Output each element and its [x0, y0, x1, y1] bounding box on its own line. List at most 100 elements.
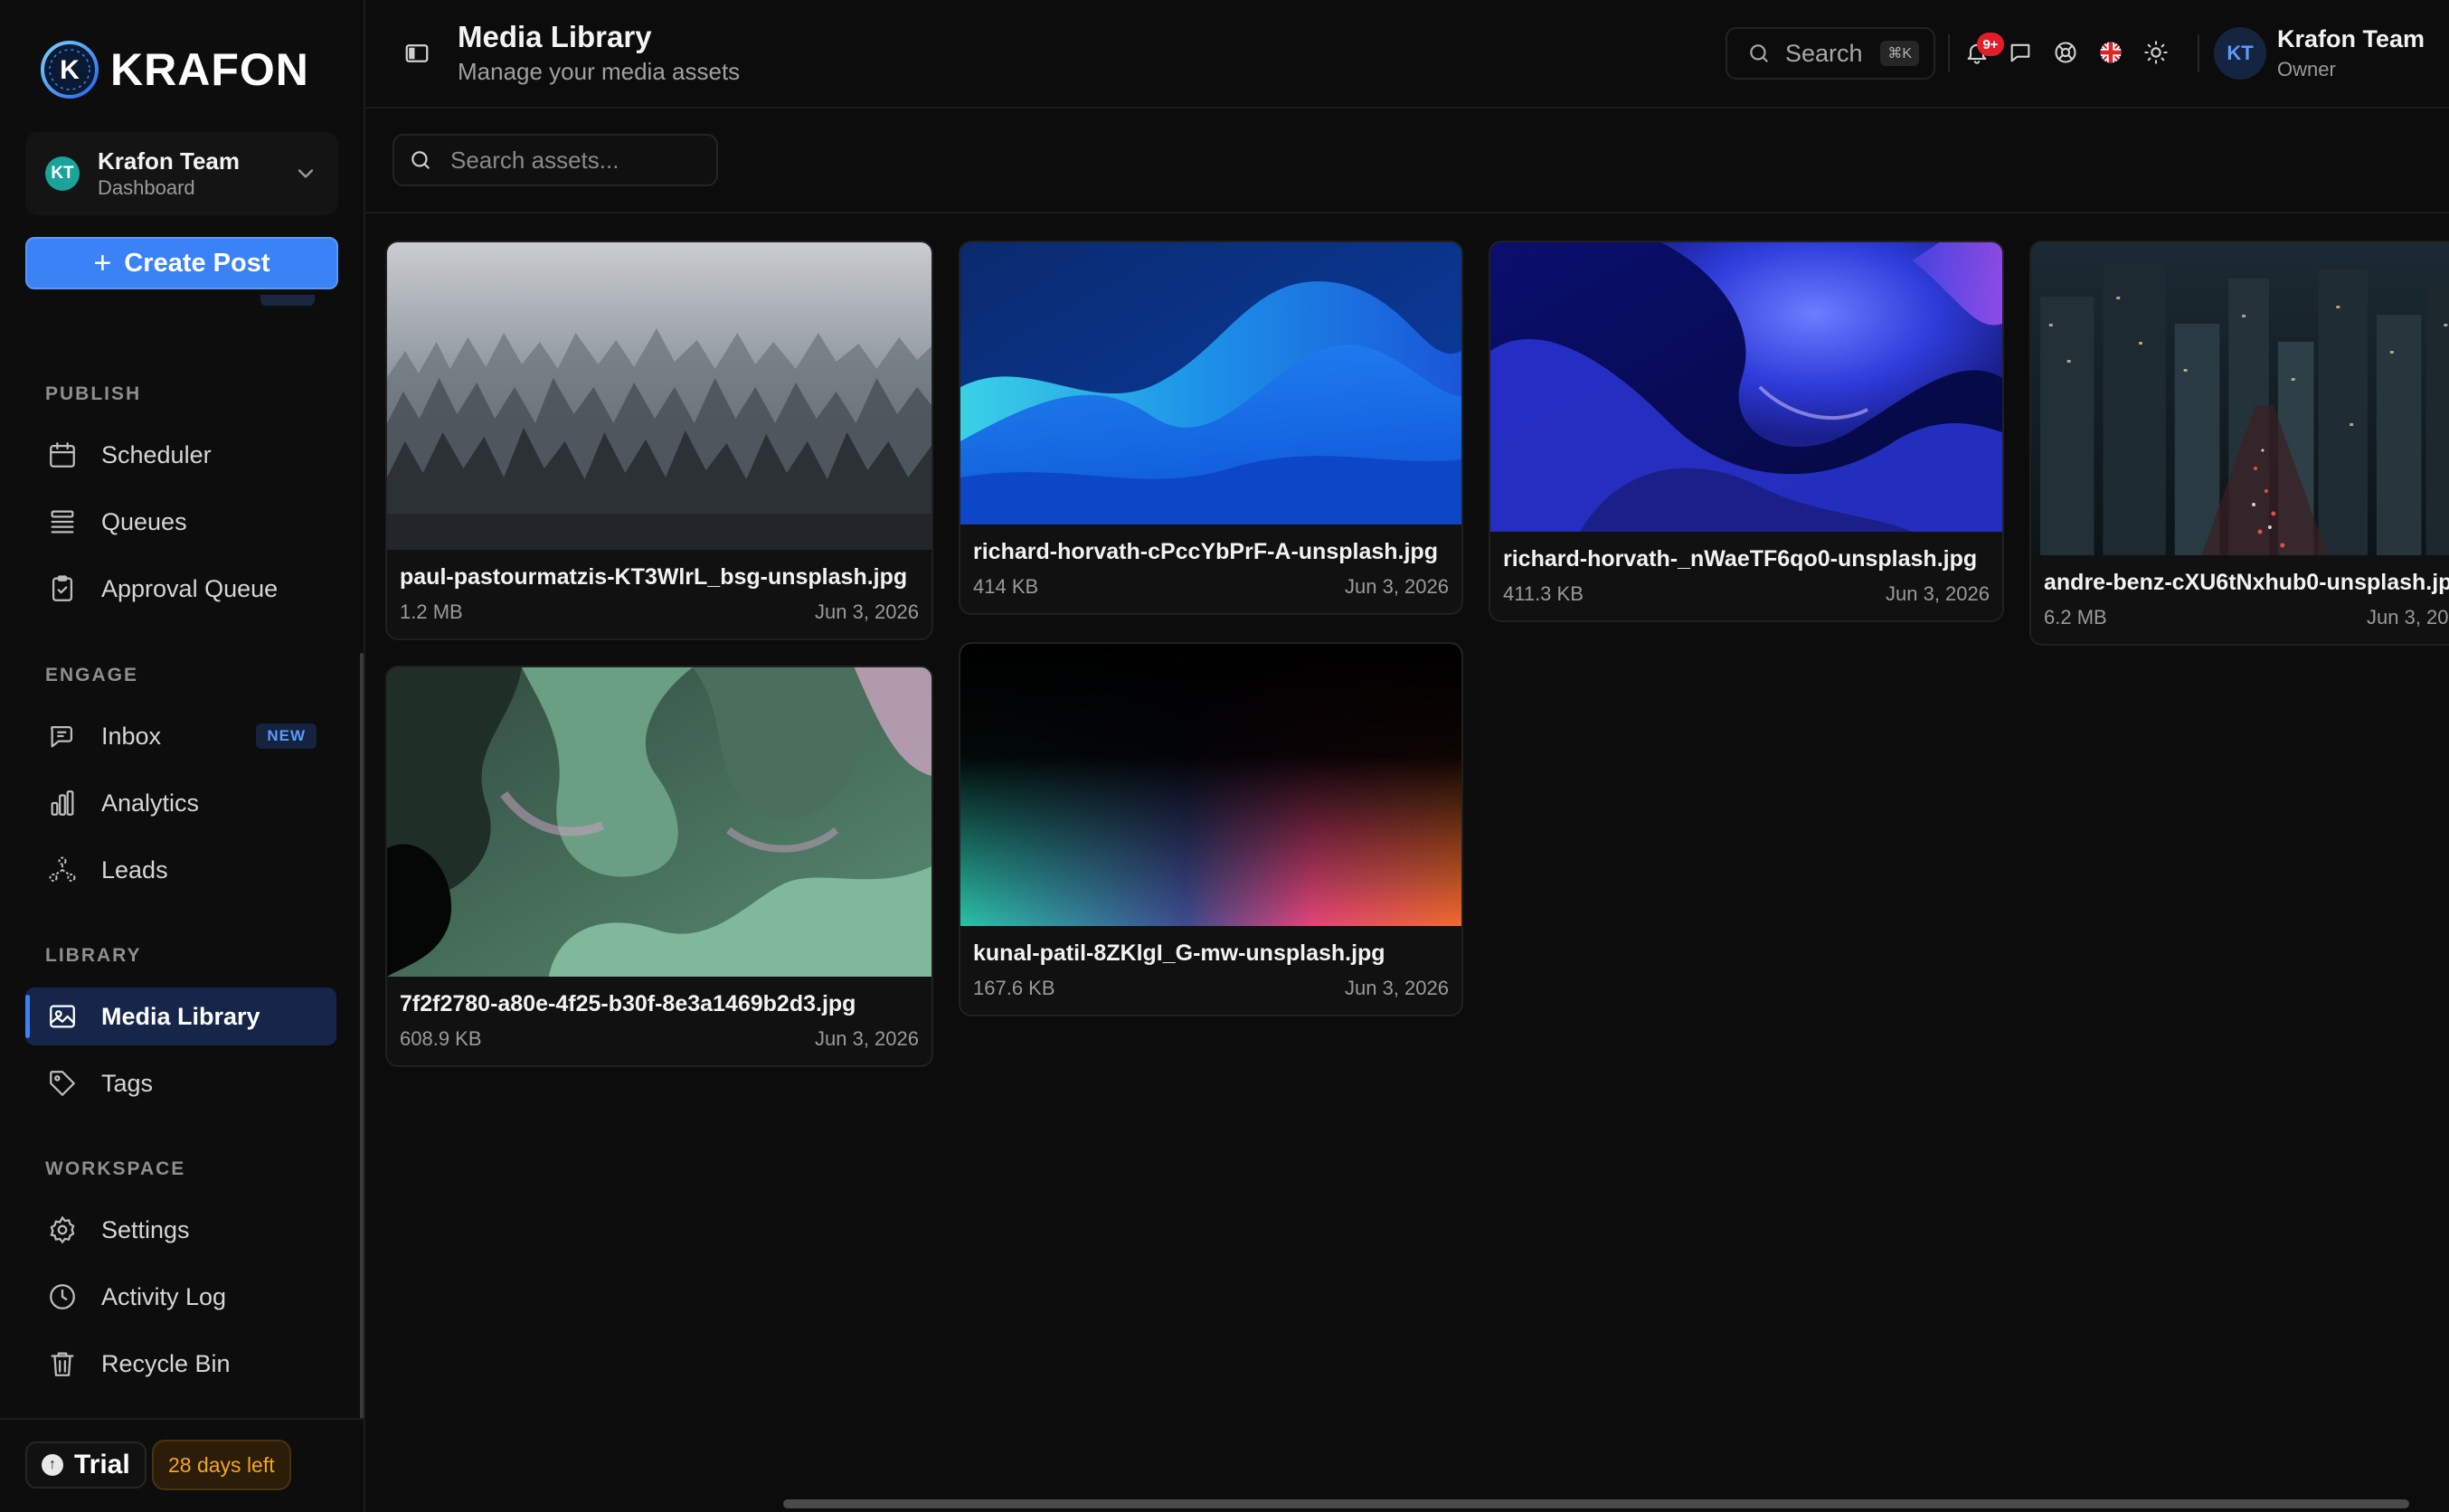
media-thumbnail[interactable]: [960, 644, 1461, 926]
page-subtitle: Manage your media assets: [458, 58, 741, 85]
media-card[interactable]: richard-horvath-_nWaeTF6qo0-unsplash.jpg…: [1489, 241, 2004, 622]
krafon-logo-icon: K: [41, 41, 99, 99]
team-switcher[interactable]: KT Krafon Team Dashboard: [25, 132, 338, 215]
search-icon: [1750, 44, 1768, 62]
user-name[interactable]: Krafon Team: [2277, 25, 2425, 53]
chat-icon[interactable]: [2008, 40, 2033, 65]
media-date: Jun 3, 2026: [2367, 606, 2449, 628]
brand-name: KRAFON: [110, 44, 309, 95]
notification-count-badge: 9+: [1977, 33, 2004, 56]
sidebar-toggle-icon[interactable]: [403, 40, 430, 67]
sidebar-item-recycle-bin[interactable]: Recycle Bin: [25, 1335, 336, 1393]
media-thumbnail[interactable]: [387, 667, 931, 977]
arrow-up-circle-icon: ↑: [42, 1454, 63, 1476]
section-label-library: LIBRARY: [45, 945, 142, 966]
top-header: Media Library Manage your media assets S…: [365, 0, 2449, 109]
team-subtitle: Dashboard: [98, 176, 195, 199]
sidebar-item-inbox[interactable]: Inbox NEW: [25, 707, 336, 765]
media-filename: richard-horvath-cPccYbPrF-A-unsplash.jpg: [973, 539, 1438, 564]
svg-text:K: K: [60, 55, 80, 85]
media-card[interactable]: kunal-patil-8ZKlgI_G-mw-unsplash.jpg 167…: [959, 642, 1463, 1016]
sidebar-item-activity-log[interactable]: Activity Log: [25, 1268, 336, 1326]
media-date: Jun 3, 2026: [815, 600, 919, 623]
media-card[interactable]: paul-pastourmatzis-KT3WlrL_bsg-unsplash.…: [385, 241, 933, 640]
network-icon: [49, 856, 76, 883]
media-filename: richard-horvath-_nWaeTF6qo0-unsplash.jpg: [1503, 546, 1978, 572]
media-thumbnail[interactable]: [2031, 242, 2449, 555]
media-filesize: 411.3 KB: [1503, 582, 1584, 605]
media-filesize: 1.2 MB: [400, 600, 463, 623]
trial-label: Trial: [74, 1450, 130, 1479]
asset-search-box[interactable]: [392, 134, 718, 186]
media-thumbnail[interactable]: [1490, 242, 2002, 532]
app-root: K KRAFON KT Krafon Team Dashboard + Crea…: [0, 0, 2449, 1512]
media-filesize: 167.6 KB: [973, 977, 1055, 999]
sidebar: K KRAFON KT Krafon Team Dashboard + Crea…: [0, 0, 365, 1512]
media-date: Jun 3, 2026: [1345, 575, 1449, 598]
sidebar-item-media-library[interactable]: Media Library: [25, 988, 336, 1045]
sidebar-nav: PUBLISH Scheduler Queues Approval Queue …: [0, 295, 360, 1416]
message-square-icon: [51, 725, 73, 748]
media-filesize: 608.9 KB: [400, 1027, 482, 1050]
sun-icon[interactable]: [2143, 40, 2169, 65]
media-date: Jun 3, 2026: [815, 1027, 919, 1050]
sidebar-item-label: Recycle Bin: [101, 1349, 231, 1377]
user-role: Owner: [2277, 58, 2336, 80]
header-divider: [2198, 34, 2199, 72]
asset-search-input[interactable]: [449, 145, 705, 175]
tag-icon: [50, 1071, 75, 1096]
media-card[interactable]: 7f2f2780-a80e-4f25-b30f-8e3a1469b2d3.jpg…: [385, 666, 933, 1067]
sidebar-item-scheduler[interactable]: Scheduler: [25, 426, 336, 484]
sidebar-scrollbar[interactable]: [360, 653, 364, 1420]
search-shortcut: ⌘K: [1880, 41, 1919, 66]
team-name: Krafon Team: [98, 147, 240, 175]
trial-button[interactable]: ↑ Trial: [25, 1441, 147, 1488]
media-card[interactable]: richard-horvath-cPccYbPrF-A-unsplash.jpg…: [959, 241, 1463, 615]
image-icon: [50, 1005, 75, 1028]
sidebar-item-label: Inbox: [101, 722, 162, 750]
media-filename: paul-pastourmatzis-KT3WlrL_bsg-unsplash.…: [400, 564, 908, 590]
sidebar-item-queues[interactable]: Queues: [25, 493, 336, 551]
sidebar-item-settings[interactable]: Settings: [25, 1201, 336, 1259]
trash-icon: [51, 1352, 74, 1376]
section-label-engage: ENGAGE: [45, 665, 139, 685]
sidebar-item-label: Tags: [101, 1069, 154, 1097]
sidebar-item-label: Leads: [101, 855, 168, 884]
media-filename: kunal-patil-8ZKlgI_G-mw-unsplash.jpg: [973, 940, 1385, 966]
media-filesize: 414 KB: [973, 575, 1039, 598]
team-avatar: KT: [45, 156, 80, 191]
sidebar-item-leads[interactable]: Leads: [25, 841, 336, 899]
sidebar-item-tags[interactable]: Tags: [25, 1054, 336, 1112]
assets-toolbar: [365, 109, 2449, 213]
media-date: Jun 3, 2026: [1345, 977, 1449, 999]
horizontal-scrollbar[interactable]: [783, 1499, 2409, 1508]
create-post-button[interactable]: + Create Post: [25, 237, 338, 289]
search-label: Search: [1785, 39, 1863, 67]
page-title: Media Library: [458, 20, 652, 53]
list-icon: [51, 510, 74, 534]
search-icon: [411, 151, 430, 169]
media-thumbnail[interactable]: [387, 242, 931, 550]
media-card[interactable]: andre-benz-cXU6tNxhub0-unsplash.jpg 6.2 …: [2029, 241, 2449, 646]
gear-icon: [50, 1215, 75, 1244]
global-search-button[interactable]: Search ⌘K: [1726, 27, 1935, 80]
user-avatar[interactable]: KT: [2214, 27, 2266, 80]
sidebar-item-approval-queue[interactable]: Approval Queue: [25, 560, 336, 618]
clipboard-check-icon: [52, 575, 73, 601]
uk-flag-icon[interactable]: [2098, 40, 2123, 65]
chevron-down-icon: [298, 169, 314, 178]
section-label-publish: PUBLISH: [45, 383, 142, 404]
sidebar-item-partial[interactable]: [49, 295, 320, 322]
sidebar-item-analytics[interactable]: Analytics: [25, 774, 336, 832]
media-date: Jun 3, 2026: [1886, 582, 1990, 605]
help-icon[interactable]: [2053, 40, 2078, 65]
media-thumbnail[interactable]: [960, 242, 1461, 524]
media-grid: paul-pastourmatzis-KT3WlrL_bsg-unsplash.…: [365, 213, 2449, 1507]
media-filename: 7f2f2780-a80e-4f25-b30f-8e3a1469b2d3.jpg: [400, 991, 856, 1016]
sidebar-item-label: Scheduler: [101, 440, 212, 468]
brand[interactable]: K KRAFON: [40, 40, 309, 99]
bar-chart-icon: [51, 790, 74, 816]
sidebar-item-label: Queues: [101, 507, 187, 535]
header-divider: [1948, 34, 1950, 72]
media-filesize: 6.2 MB: [2044, 606, 2107, 628]
